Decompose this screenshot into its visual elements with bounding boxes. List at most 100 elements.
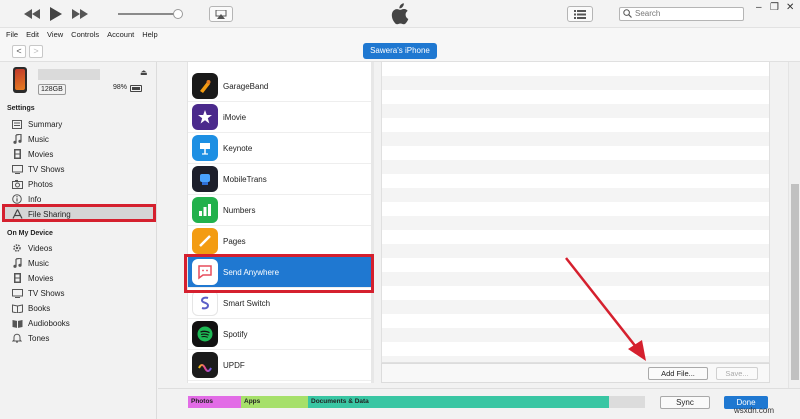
imovie-icon — [192, 104, 218, 130]
minimize-button[interactable]: – — [756, 2, 762, 13]
sidebar-item-label: Movies — [28, 149, 54, 159]
watermark: wsxdn.com — [734, 406, 775, 415]
keynote-icon — [192, 135, 218, 161]
garageband-icon — [192, 73, 218, 99]
photos-icon — [11, 178, 23, 190]
sync-button[interactable]: Sync — [660, 396, 710, 409]
smart-switch-icon — [192, 290, 218, 316]
app-name: GarageBand — [223, 81, 269, 91]
volume-slider-knob[interactable] — [173, 9, 183, 19]
app-row-updf[interactable]: UPDF — [188, 350, 373, 381]
iphone-icon — [13, 67, 27, 93]
storage-segment-free — [609, 396, 645, 408]
sidebar-item-device-movies[interactable]: Movies — [11, 271, 53, 285]
sidebar-item-label: Music — [28, 258, 49, 268]
search-icon — [623, 9, 632, 22]
search-input[interactable]: Search — [619, 7, 744, 21]
volume-slider-track[interactable] — [118, 13, 180, 15]
storage-segment-photos: Photos — [188, 396, 241, 408]
play-icon[interactable] — [48, 6, 64, 22]
app-row-numbers[interactable]: Numbers — [188, 195, 373, 226]
sidebar-item-device-tv-shows[interactable]: TV Shows — [11, 286, 64, 300]
menu-help[interactable]: Help — [142, 28, 157, 41]
sidebar-item-device-music[interactable]: Music — [11, 256, 49, 270]
apple-logo-icon — [389, 3, 411, 25]
airplay-icon[interactable] — [209, 6, 233, 22]
capacity-badge: 128GB — [38, 84, 66, 95]
updf-icon — [192, 352, 218, 378]
menu-account[interactable]: Account — [107, 28, 134, 41]
app-row-garageband[interactable]: GarageBand — [188, 71, 373, 102]
sidebar-item-tones[interactable]: Tones — [11, 331, 49, 345]
list-view-icon[interactable] — [567, 6, 593, 22]
sidebar: ⏏ 128GB 98% Settings Summary Music Movie… — [0, 62, 157, 419]
menu-edit[interactable]: Edit — [26, 28, 39, 41]
fast-forward-icon[interactable] — [72, 6, 88, 22]
close-button[interactable]: ✕ — [786, 2, 794, 13]
rewind-icon[interactable] — [24, 6, 40, 22]
menu-file[interactable]: File — [6, 28, 18, 41]
storage-segment-apps: Apps — [241, 396, 308, 408]
sidebar-item-label: Photos — [28, 179, 53, 189]
app-name: Smart Switch — [223, 298, 271, 308]
file-sharing-app-list: GarageBand iMovie Keynote MobileTrans Nu… — [187, 62, 373, 383]
sidebar-item-label: TV Shows — [28, 288, 65, 298]
sidebar-item-tv-shows[interactable]: TV Shows — [11, 162, 64, 176]
sidebar-item-summary[interactable]: Summary — [11, 117, 62, 131]
main-scrollbar-thumb[interactable] — [791, 184, 799, 380]
app-name: iMovie — [223, 112, 247, 122]
menu-bar: File Edit View Controls Account Help — [0, 28, 800, 41]
menu-view[interactable]: View — [47, 28, 63, 41]
sidebar-item-movies[interactable]: Movies — [11, 147, 53, 161]
eject-icon[interactable]: ⏏ — [140, 68, 148, 77]
search-placeholder: Search — [635, 9, 661, 18]
save-button[interactable]: Save... — [716, 367, 758, 380]
app-name: Keynote — [223, 143, 253, 153]
sidebar-item-label: Summary — [28, 119, 63, 129]
sidebar-item-books[interactable]: Books — [11, 301, 50, 315]
battery-percent: 98% — [113, 84, 128, 91]
music-icon — [11, 257, 23, 269]
forward-button[interactable]: > — [29, 45, 43, 58]
storage-segment-documents: Documents & Data — [308, 396, 609, 408]
bell-icon — [11, 332, 23, 344]
settings-header: Settings — [7, 105, 35, 112]
menu-controls[interactable]: Controls — [71, 28, 99, 41]
app-row-mobiletrans[interactable]: MobileTrans — [188, 164, 373, 195]
app-row-spotify[interactable]: Spotify — [188, 319, 373, 350]
device-name-redacted — [38, 69, 100, 80]
on-my-device-header: On My Device — [7, 230, 53, 237]
back-button[interactable]: < — [12, 45, 26, 58]
app-list-scrollbar[interactable] — [371, 62, 374, 383]
app-row-pages[interactable]: Pages — [188, 226, 373, 257]
app-row-keynote[interactable]: Keynote — [188, 133, 373, 164]
books-icon — [11, 302, 23, 314]
spotify-icon — [192, 321, 218, 347]
sidebar-item-videos[interactable]: Videos — [11, 241, 52, 255]
music-icon — [11, 133, 23, 145]
sidebar-item-music[interactable]: Music — [11, 132, 49, 146]
battery-icon — [130, 85, 142, 92]
documents-list[interactable] — [381, 62, 770, 363]
pages-icon — [192, 228, 218, 254]
documents-footer: Add File... Save... — [381, 363, 770, 383]
audiobooks-icon — [11, 317, 23, 329]
sidebar-item-photos[interactable]: Photos — [11, 177, 53, 191]
mobiletrans-icon — [192, 166, 218, 192]
numbers-icon — [192, 197, 218, 223]
movies-icon — [11, 148, 23, 160]
device-button[interactable]: Sawera's iPhone — [363, 43, 437, 59]
summary-icon — [11, 118, 23, 130]
main-scrollbar[interactable] — [788, 62, 800, 388]
sidebar-item-audiobooks[interactable]: Audiobooks — [11, 316, 70, 330]
file-sharing-highlight — [2, 204, 156, 222]
videos-icon — [11, 242, 23, 254]
sidebar-item-label: Music — [28, 134, 49, 144]
sidebar-item-label: TV Shows — [28, 164, 65, 174]
sidebar-item-label: Videos — [28, 243, 53, 253]
app-row-imovie[interactable]: iMovie — [188, 102, 373, 133]
sidebar-item-label: Info — [28, 194, 42, 204]
maximize-button[interactable]: ❐ — [770, 2, 779, 13]
add-file-button[interactable]: Add File... — [648, 367, 708, 380]
movies-icon — [11, 272, 23, 284]
